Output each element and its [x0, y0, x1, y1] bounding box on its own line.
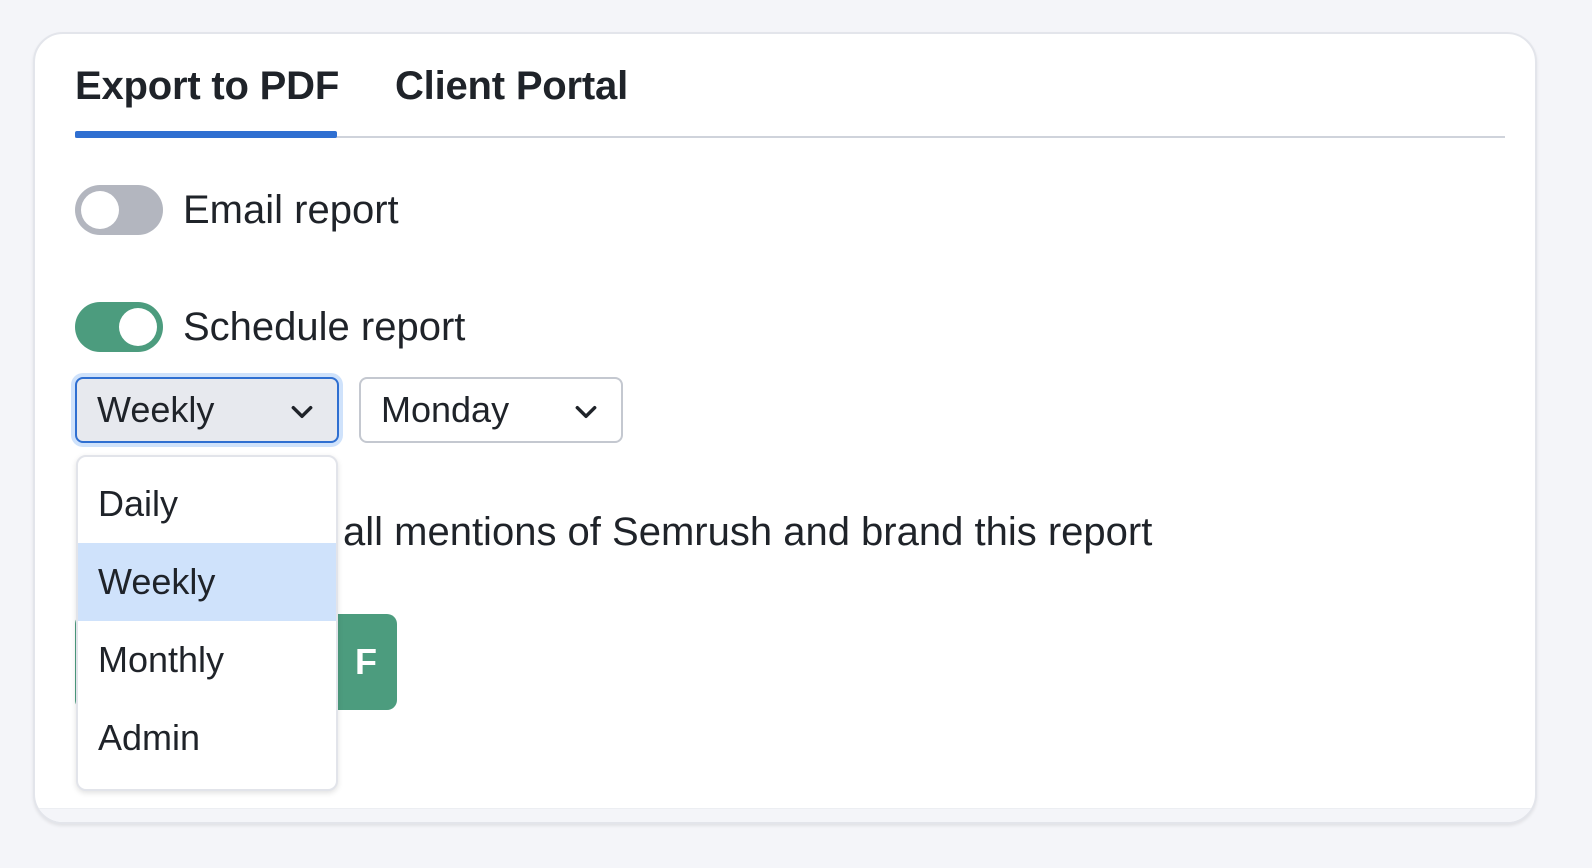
day-select-value: Monday [381, 389, 510, 430]
export-pdf-button-label: F [355, 641, 377, 682]
email-report-label: Email report [183, 187, 399, 232]
schedule-report-toggle[interactable] [75, 302, 163, 352]
email-report-toggle[interactable] [75, 185, 163, 235]
frequency-option-monthly[interactable]: Monthly [78, 621, 336, 699]
tab-export-to-pdf[interactable]: Export to PDF [75, 64, 339, 109]
toggle-knob [81, 191, 119, 229]
frequency-option-weekly[interactable]: Weekly [78, 543, 336, 621]
tab-bar: Export to PDF Client Portal [75, 34, 1505, 138]
chevron-down-icon [291, 405, 313, 419]
tab-client-portal[interactable]: Client Portal [395, 64, 628, 109]
schedule-report-label: Schedule report [183, 304, 466, 349]
toggle-knob [119, 308, 157, 346]
chevron-down-icon [575, 405, 597, 419]
frequency-select[interactable]: Weekly [75, 377, 339, 443]
card-footer-strip [35, 808, 1535, 822]
export-settings-card: Export to PDF Client Portal Email report… [33, 32, 1537, 824]
schedule-report-row: Schedule report [75, 301, 465, 353]
frequency-select-value: Weekly [97, 389, 215, 430]
frequency-option-daily[interactable]: Daily [78, 465, 336, 543]
frequency-option-admin[interactable]: Admin [78, 699, 336, 777]
page: Export to PDF Client Portal Email report… [0, 0, 1592, 868]
email-report-row: Email report [75, 184, 399, 236]
active-tab-indicator [75, 131, 337, 138]
brand-report-label: all mentions of Semrush and brand this r… [343, 510, 1153, 554]
day-select[interactable]: Monday [359, 377, 623, 443]
frequency-dropdown-menu: Daily Weekly Monthly Admin [76, 455, 338, 791]
